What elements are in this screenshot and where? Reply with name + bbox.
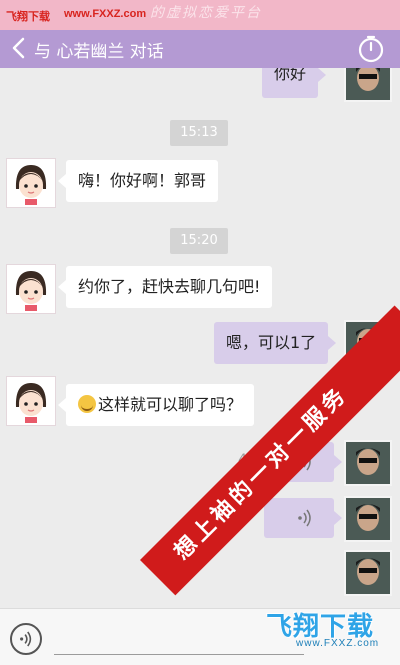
message-text: 嗨！你好啊！郭哥	[78, 171, 207, 190]
timestamp: 15:13	[170, 120, 228, 146]
watermark-url: www.FXXZ.com	[64, 8, 147, 20]
timestamp: 15:20	[170, 228, 228, 254]
chevron-left-icon[interactable]	[8, 35, 30, 61]
contact-avatar-image	[7, 265, 55, 313]
watermark-brand-url: www.FXXZ.com	[296, 638, 380, 649]
message-outgoing[interactable]: 嗯，可以1了	[214, 322, 337, 364]
message-incoming[interactable]: 嗨！你好啊！郭哥	[57, 160, 219, 202]
smile-emoji-icon	[78, 395, 96, 413]
page-title: 与 心若幽兰 对话	[34, 42, 164, 62]
title-bar: 与 心若幽兰 对话	[0, 30, 400, 68]
message-text: 约你了，赶快去聊几句吧!	[78, 277, 261, 296]
message-incoming[interactable]: 这样就可以聊了吗？	[57, 384, 255, 426]
avatar[interactable]	[6, 376, 56, 426]
user-avatar-image	[346, 552, 390, 594]
user-avatar-image	[346, 498, 390, 540]
message-outgoing[interactable]: 你好	[262, 68, 327, 98]
message-text: 你好	[274, 68, 307, 83]
avatar[interactable]	[344, 496, 392, 542]
user-avatar-image	[346, 442, 390, 484]
watermark-logo: 飞翔下载	[6, 11, 50, 23]
avatar[interactable]	[6, 158, 56, 208]
message-text: 这样就可以聊了吗？	[98, 395, 243, 414]
contact-avatar-image	[7, 159, 55, 207]
voice-wave-icon	[298, 509, 311, 527]
avatar[interactable]	[344, 68, 392, 102]
voice-message[interactable]	[264, 498, 342, 538]
contact-avatar-image	[7, 377, 55, 425]
watermark-banner: 飞翔下载 www.FXXZ.com 的虚拟恋爱平台	[0, 0, 400, 30]
user-avatar-image	[346, 68, 390, 100]
message-text: 嗯，可以1了	[226, 333, 317, 352]
avatar[interactable]	[344, 440, 392, 486]
timer-icon[interactable]	[356, 34, 386, 64]
watermark-tagline: 的虚拟恋爱平台	[150, 5, 262, 21]
voice-icon[interactable]	[10, 623, 42, 655]
message-incoming[interactable]: 约你了，赶快去聊几句吧!	[57, 266, 273, 308]
avatar[interactable]	[6, 264, 56, 314]
avatar[interactable]	[344, 550, 392, 596]
